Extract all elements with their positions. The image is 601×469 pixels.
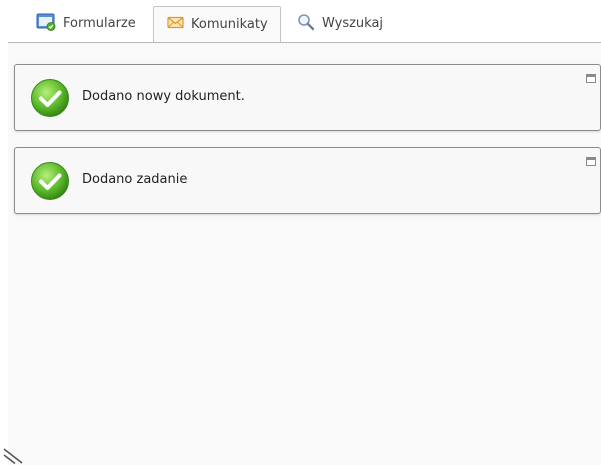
message-text: Dodano nowy dokument. xyxy=(82,89,245,104)
maximize-icon[interactable] xyxy=(586,74,596,83)
success-check-icon xyxy=(30,78,70,118)
tab-formularze[interactable]: Formularze xyxy=(36,6,136,41)
envelope-icon xyxy=(167,16,184,33)
message-card: Dodano nowy dokument. xyxy=(14,64,601,131)
message-text: Dodano zadanie xyxy=(82,172,188,187)
maximize-icon[interactable] xyxy=(586,157,596,166)
messages-panel: Dodano nowy dokument. Dodano zadanie xyxy=(8,43,601,465)
tab-wyszukaj-label: Wyszukaj xyxy=(322,16,384,31)
tab-bar: Formularze Komunikaty Wyszukaj xyxy=(8,0,601,43)
forms-icon xyxy=(36,13,56,35)
tab-komunikaty[interactable]: Komunikaty xyxy=(153,6,281,42)
resize-handle-icon[interactable] xyxy=(2,447,28,465)
tab-formularze-label: Formularze xyxy=(63,16,136,31)
success-check-icon xyxy=(30,161,70,201)
tab-wyszukaj[interactable]: Wyszukaj xyxy=(297,6,383,41)
message-card: Dodano zadanie xyxy=(14,147,601,214)
tab-komunikaty-label: Komunikaty xyxy=(191,17,268,32)
search-icon xyxy=(297,13,315,35)
